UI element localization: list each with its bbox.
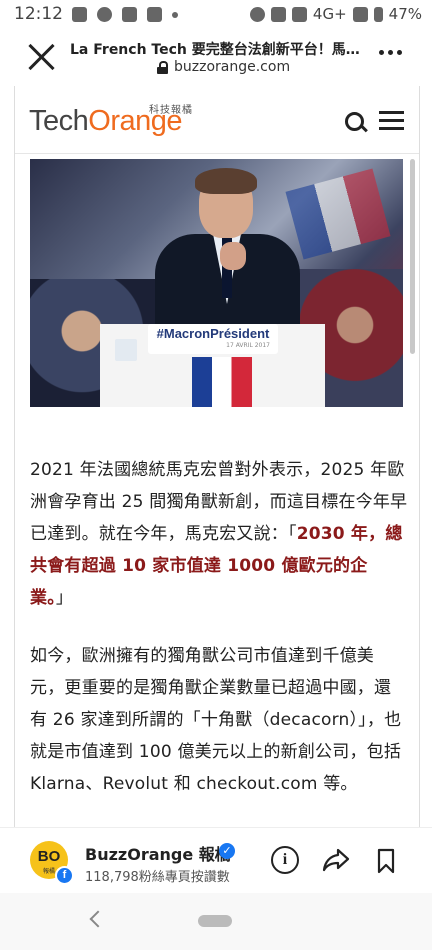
french-flag — [192, 357, 252, 407]
article-paragraph: 2021 年法國總統馬克宏曾對外表示，2025 年歐洲會孕育出 25 間獨角獸新… — [30, 460, 408, 608]
article-paragraph: 如今，歐洲擁有的獨角獸公司市值達到千億美元，更重要的是獨角獸企業數量已超過中國，… — [30, 646, 402, 794]
menu-icon[interactable] — [379, 111, 404, 131]
podium-sign: #MacronPrésident 17 AVRIL 2017 — [148, 324, 278, 354]
system-icons: 4G+ 47% — [249, 5, 422, 23]
facebook-icon: f — [55, 866, 74, 885]
info-icon[interactable]: i — [271, 846, 299, 874]
close-icon[interactable] — [26, 42, 56, 72]
battery-icon — [373, 6, 383, 22]
article-body: 2021 年法國總統馬克宏曾對外表示，2025 年歐洲會孕育出 25 間獨角獸新… — [30, 454, 408, 826]
site-logo-subtitle: 科技報橘 — [149, 105, 193, 116]
scrollbar[interactable] — [410, 159, 415, 354]
follower-count: 118,798粉絲專頁按讚數 — [85, 870, 230, 885]
web-content: TechOrange 科技報橘 #MacronPrésident 17 AVRI… — [14, 86, 420, 916]
status-bar: 12:12 4G+ 47% — [0, 0, 432, 30]
search-icon[interactable] — [345, 112, 364, 131]
site-header: TechOrange 科技報橘 — [15, 86, 419, 154]
page-url[interactable]: buzzorange.com — [174, 59, 290, 75]
alarm-icon — [249, 6, 265, 22]
facebook-page-bar: BO 報橘 f BuzzOrange 報橘 ✓ 118,798粉絲專頁按讚數 i — [0, 827, 432, 894]
app-icon — [147, 7, 162, 22]
hero-image: #MacronPrésident 17 AVRIL 2017 — [30, 159, 403, 407]
water-glass — [115, 339, 137, 361]
battery-level: 47% — [388, 5, 422, 23]
browser-app-bar: La French Tech 要完整台法創新平台！馬… buzzorange.c… — [0, 30, 432, 86]
status-time: 12:12 — [14, 4, 63, 24]
lock-icon — [157, 61, 168, 74]
chat-icon — [97, 7, 112, 22]
signal-icon — [352, 6, 368, 22]
android-icon — [122, 7, 137, 22]
podium-tag: #MacronPrésident — [156, 326, 270, 341]
mute-icon — [291, 6, 307, 22]
page-title: La French Tech 要完整台法創新平台！馬… — [70, 42, 360, 58]
network-type: 4G+ — [312, 5, 347, 23]
android-icon — [72, 7, 87, 22]
verified-icon: ✓ — [219, 843, 235, 859]
home-pill-icon[interactable] — [198, 915, 232, 927]
more-vert-icon[interactable] — [379, 50, 402, 55]
page-name[interactable]: BuzzOrange 報橘 — [85, 841, 231, 865]
podium-date: 17 AVRIL 2017 — [226, 342, 270, 349]
bookmark-icon[interactable] — [377, 848, 395, 874]
notification-icons — [72, 7, 178, 22]
share-icon[interactable] — [322, 846, 350, 874]
back-chevron-icon[interactable] — [89, 910, 107, 928]
system-nav-bar — [0, 893, 432, 950]
dot-icon — [172, 12, 178, 18]
cast-icon — [270, 6, 286, 22]
